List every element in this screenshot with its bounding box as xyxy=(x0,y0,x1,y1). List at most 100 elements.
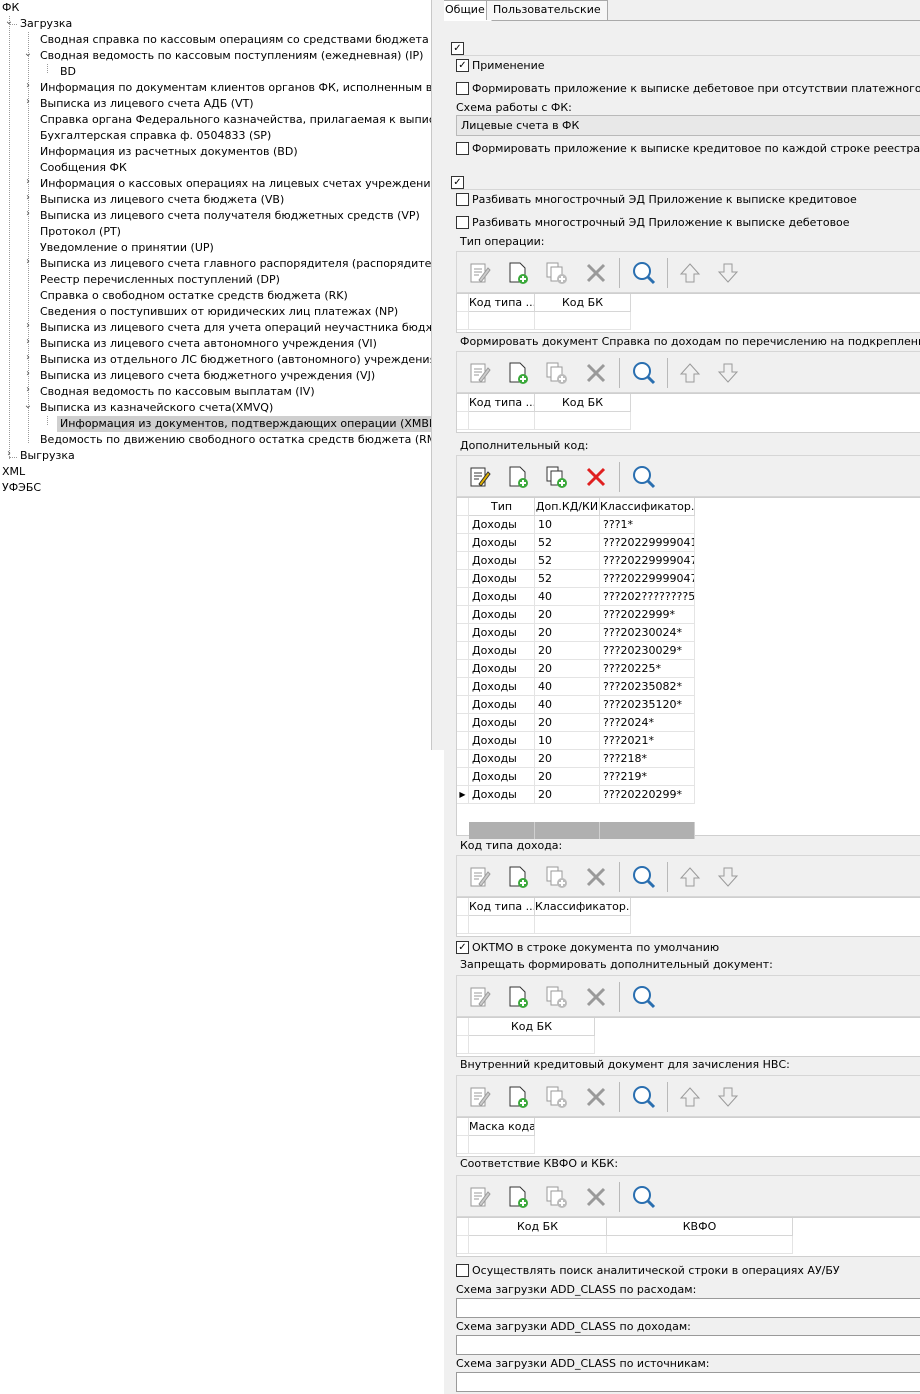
row-indicator[interactable] xyxy=(457,570,469,588)
chevron-right-icon[interactable]: › xyxy=(23,96,33,112)
delete-icon[interactable] xyxy=(583,984,609,1010)
tree-item-sg[interactable]: Сводная справка по кассовым операциям со… xyxy=(40,32,431,48)
tree-root-xml[interactable]: XML xyxy=(2,464,25,480)
col-header[interactable]: Доп.КД/КИ xyxy=(535,498,600,516)
tree-item-clients-docs[interactable]: Информация по документам клиентов органо… xyxy=(40,80,431,96)
tab-general[interactable]: Общие xyxy=(444,0,492,21)
tree-item-iv[interactable]: Сводная ведомость по кассовым выплатам (… xyxy=(40,384,315,400)
tree-item-vt[interactable]: Выписка из лицевого счета АДБ (VT) xyxy=(40,96,254,112)
chevron-right-icon[interactable]: › xyxy=(23,80,33,96)
optype-grid[interactable]: Код типа ... Код БК xyxy=(456,293,920,333)
table-cell[interactable]: ???202????????5? xyxy=(600,588,695,606)
table-cell[interactable]: 52 xyxy=(535,552,600,570)
delete-icon[interactable] xyxy=(583,260,609,286)
tree-item-vp[interactable]: Выписка из лицевого счета получателя бюд… xyxy=(40,208,420,224)
chevron-right-icon[interactable]: › xyxy=(23,208,33,224)
tree-item-dp[interactable]: Реестр перечисленных поступлений (DP) xyxy=(40,272,280,288)
edit-icon[interactable] xyxy=(467,464,493,490)
edit-icon[interactable] xyxy=(467,360,493,386)
add-record-icon[interactable] xyxy=(505,984,531,1010)
chevron-right-icon[interactable]: › xyxy=(23,368,33,384)
form-spravka-grid[interactable]: Код типа ... Код БК xyxy=(456,393,920,433)
tree-item-up[interactable]: Уведомление о принятии (UP) xyxy=(40,240,214,256)
chevron-down-icon[interactable]: ⌄ xyxy=(23,48,33,64)
table-cell[interactable]: Доходы xyxy=(469,516,535,534)
table-cell[interactable]: 52 xyxy=(535,570,600,588)
table-cell[interactable]: 20 xyxy=(535,786,600,804)
search-icon[interactable] xyxy=(631,260,657,286)
table-cell[interactable]: Доходы xyxy=(469,534,535,552)
tree-item-vb[interactable]: Выписка из лицевого счета бюджета (VB) xyxy=(40,192,284,208)
move-down-icon[interactable] xyxy=(715,260,741,286)
table-cell[interactable]: Доходы xyxy=(469,786,535,804)
chevron-right-icon[interactable]: › xyxy=(23,352,33,368)
move-down-icon[interactable] xyxy=(715,1084,741,1110)
nvs-grid[interactable]: Маска кода xyxy=(456,1117,920,1157)
table-cell[interactable]: Доходы xyxy=(469,552,535,570)
tree-item-bd[interactable]: Информация из расчетных документов (BD) xyxy=(40,144,298,160)
tree-node-load[interactable]: Загрузка xyxy=(20,16,72,32)
tree-item-fk-messages[interactable]: Сообщения ФК xyxy=(40,160,127,176)
col-header[interactable]: Код БК xyxy=(535,394,631,412)
col-header[interactable]: Код БК xyxy=(469,1018,595,1036)
row-indicator[interactable] xyxy=(457,624,469,642)
move-up-icon[interactable] xyxy=(677,260,703,286)
tree-item-ip[interactable]: Сводная ведомость по кассовым поступлени… xyxy=(40,48,423,64)
chevron-right-icon[interactable]: › xyxy=(23,384,33,400)
schema-select[interactable]: Лицевые счета в ФК xyxy=(456,115,920,136)
group1-checkbox[interactable]: ✓ xyxy=(451,42,464,55)
addclass-exp-input[interactable] xyxy=(456,1298,920,1318)
table-cell[interactable]: ???20230029* xyxy=(600,642,695,660)
table-cell[interactable]: 20 xyxy=(535,660,600,678)
tree-item-xmvq[interactable]: Выписка из казначейского счета(XMVQ) xyxy=(40,400,273,416)
add-record-icon[interactable] xyxy=(505,1084,531,1110)
col-header[interactable]: КВФО xyxy=(607,1218,793,1236)
table-cell[interactable]: 20 xyxy=(535,768,600,786)
split-credit-checkbox[interactable] xyxy=(456,193,469,206)
chevron-right-icon[interactable]: › xyxy=(23,176,33,192)
table-cell[interactable]: 20 xyxy=(535,750,600,768)
copy-record-icon[interactable] xyxy=(543,1184,569,1210)
table-cell[interactable]: ???218* xyxy=(600,750,695,768)
addcode-grid[interactable]: Тип Доп.КД/КИ Классификатор... Доходы 10?… xyxy=(456,497,920,839)
row-indicator[interactable] xyxy=(457,516,469,534)
addclass-src-input[interactable] xyxy=(456,1372,920,1392)
tree-item-ik[interactable]: Информация о кассовых операциях на лицев… xyxy=(40,176,431,192)
table-cell[interactable]: Доходы xyxy=(469,696,535,714)
tree-item-pt[interactable]: Протокол (PT) xyxy=(40,224,121,240)
table-cell[interactable]: 20 xyxy=(535,714,600,732)
table-cell[interactable]: Доходы xyxy=(469,588,535,606)
edit-icon[interactable] xyxy=(467,1184,493,1210)
table-cell[interactable]: Доходы xyxy=(469,732,535,750)
row-indicator[interactable] xyxy=(457,588,469,606)
chevron-down-icon[interactable]: ⌄ xyxy=(23,400,33,416)
search-icon[interactable] xyxy=(631,360,657,386)
delete-icon[interactable] xyxy=(583,360,609,386)
add-record-icon[interactable] xyxy=(505,864,531,890)
move-up-icon[interactable] xyxy=(677,1084,703,1110)
col-header[interactable]: Код БК xyxy=(469,1218,607,1236)
tree-item-rm[interactable]: Ведомость по движению свободного остатка… xyxy=(40,432,431,448)
table-cell[interactable]: 10 xyxy=(535,732,600,750)
delete-icon[interactable] xyxy=(583,1184,609,1210)
col-header[interactable]: Тип xyxy=(469,498,535,516)
add-record-icon[interactable] xyxy=(505,260,531,286)
splitter[interactable] xyxy=(432,0,444,750)
add-record-icon[interactable] xyxy=(505,360,531,386)
table-cell[interactable]: Доходы xyxy=(469,624,535,642)
row-indicator[interactable] xyxy=(457,534,469,552)
form-debet-checkbox[interactable] xyxy=(456,82,469,95)
add-record-icon[interactable] xyxy=(505,1184,531,1210)
table-cell[interactable]: 40 xyxy=(535,588,600,606)
table-cell[interactable]: ???202299990475 xyxy=(600,552,695,570)
group2-checkbox[interactable]: ✓ xyxy=(451,176,464,189)
split-debet-checkbox[interactable] xyxy=(456,216,469,229)
table-cell[interactable]: 52 xyxy=(535,534,600,552)
row-indicator[interactable] xyxy=(457,552,469,570)
chevron-right-icon[interactable]: › xyxy=(23,256,33,272)
kvfo-grid[interactable]: Код БК КВФО xyxy=(456,1217,920,1257)
table-cell[interactable]: ???2024* xyxy=(600,714,695,732)
search-icon[interactable] xyxy=(631,864,657,890)
col-header[interactable]: Классификатор... xyxy=(535,898,631,916)
move-down-icon[interactable] xyxy=(715,360,741,386)
